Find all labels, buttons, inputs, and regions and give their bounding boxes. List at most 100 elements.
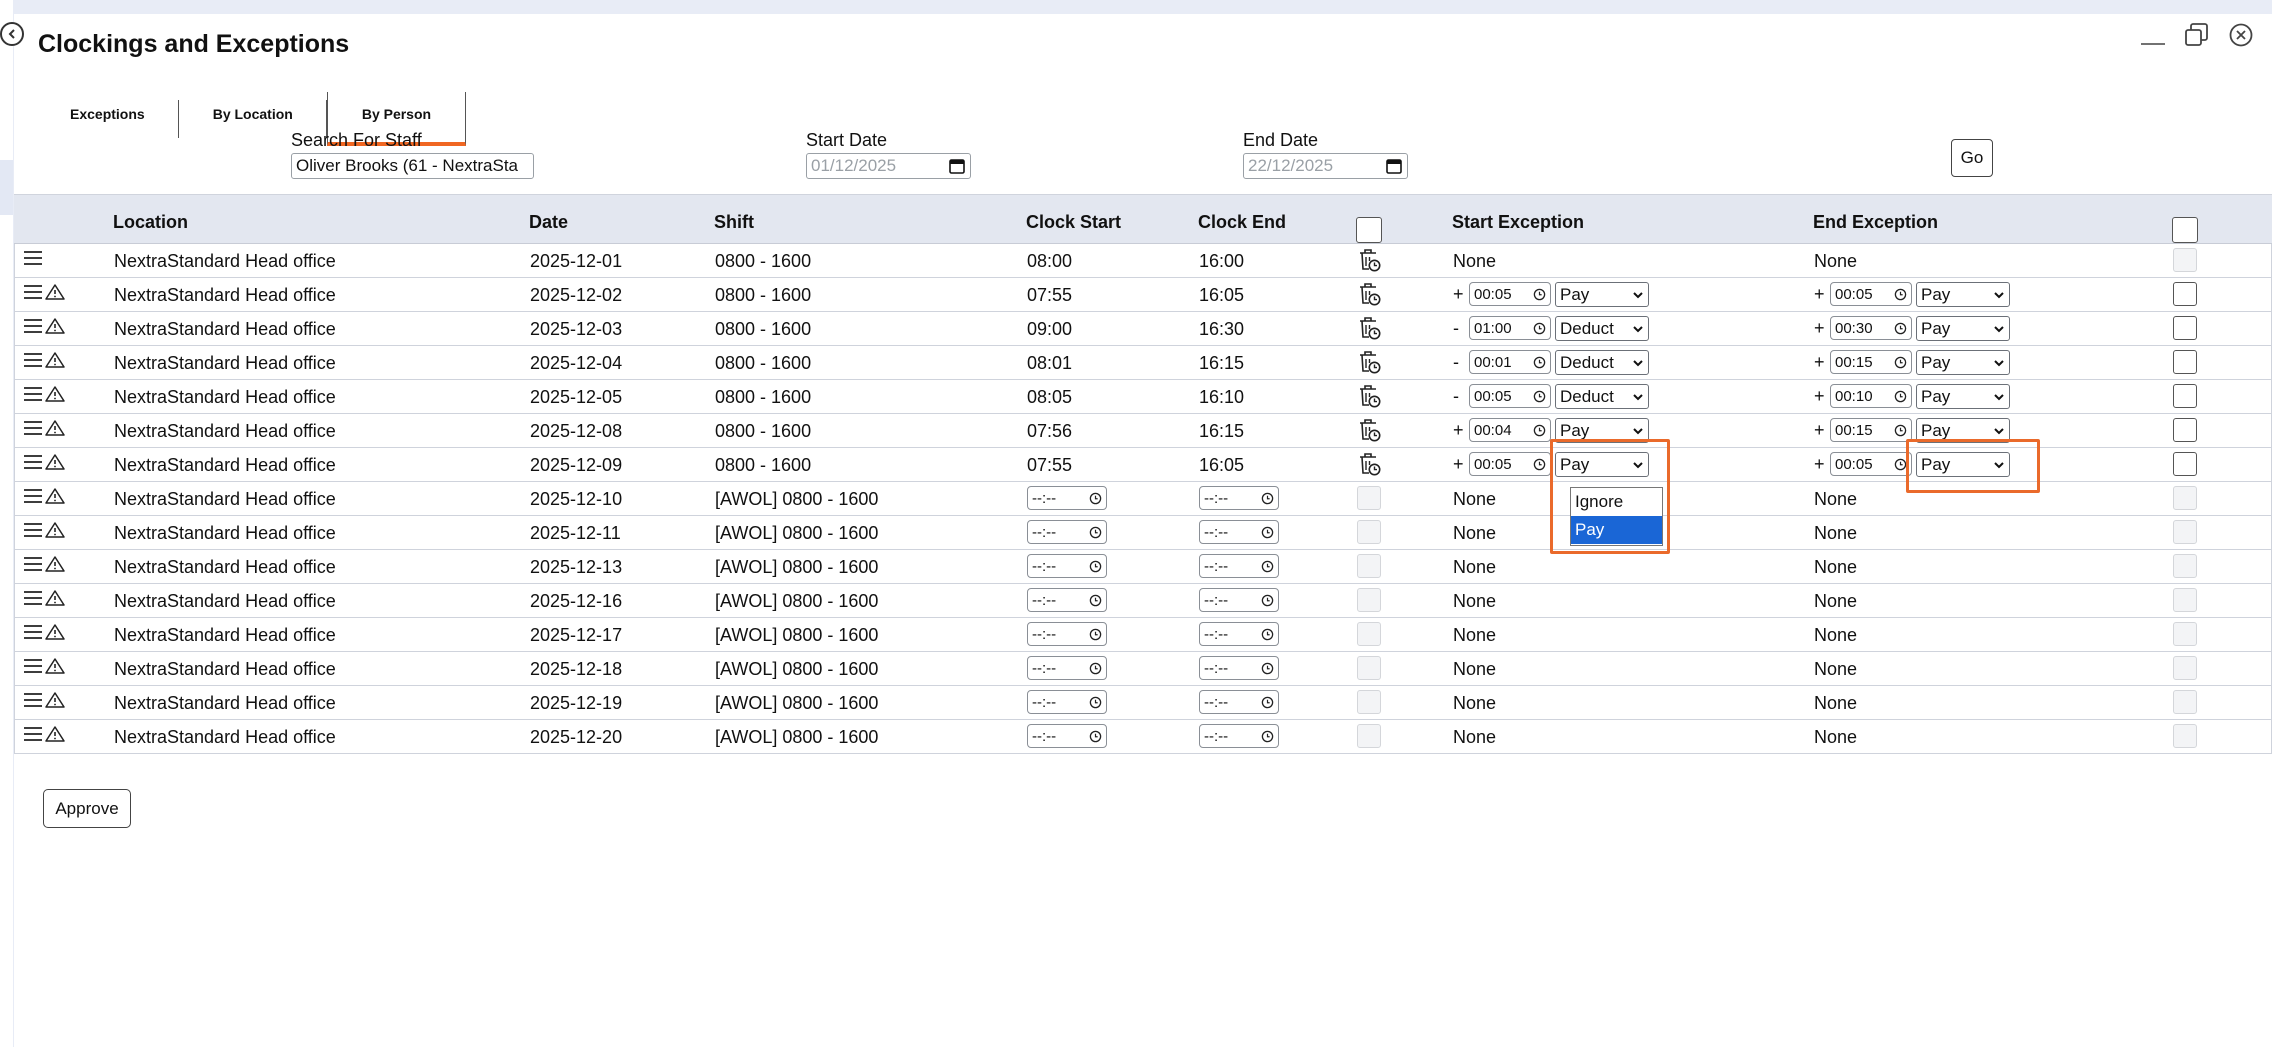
trash-clock-icon[interactable] — [1356, 417, 1382, 443]
close-button[interactable] — [2226, 20, 2256, 50]
row-approve-checkbox[interactable] — [2173, 350, 2197, 374]
row-approve-checkbox[interactable] — [2173, 316, 2197, 340]
hamburger-menu-icon[interactable] — [23, 283, 43, 301]
end-exception-action-select[interactable]: Pay — [1916, 350, 2010, 375]
clock-end-input[interactable]: --:-- — [1199, 588, 1279, 612]
trash-clock-icon[interactable] — [1356, 383, 1382, 409]
dropdown-option-pay[interactable]: Pay — [1571, 516, 1662, 544]
select-all-clock-checkbox[interactable] — [1356, 217, 1382, 243]
hamburger-menu-icon[interactable] — [23, 419, 43, 437]
end-exception-time[interactable]: 00:30 — [1830, 316, 1912, 340]
row-location: NextraStandard Head office — [114, 625, 336, 645]
row-approve-checkbox — [2173, 520, 2197, 544]
trash-clock-icon[interactable] — [1356, 349, 1382, 375]
hamburger-menu-icon[interactable] — [23, 589, 43, 607]
hamburger-menu-icon[interactable] — [23, 453, 43, 471]
hamburger-menu-icon[interactable] — [23, 623, 43, 641]
end-date-input[interactable]: 22/12/2025 — [1243, 153, 1408, 179]
start-exception-action-select[interactable]: Deduct — [1555, 316, 1649, 341]
restore-button[interactable] — [2182, 20, 2212, 50]
calendar-icon[interactable] — [948, 157, 966, 175]
start-exception-time[interactable]: 00:01 — [1469, 350, 1551, 374]
row-icons — [23, 317, 65, 335]
hamburger-menu-icon[interactable] — [23, 249, 43, 267]
row-approve-checkbox[interactable] — [2173, 384, 2197, 408]
trash-clock-icon[interactable] — [1356, 315, 1382, 341]
select-all-approve-checkbox[interactable] — [2172, 217, 2198, 243]
minimize-button[interactable] — [2138, 20, 2168, 50]
clock-start-input[interactable]: --:-- — [1027, 622, 1107, 646]
clock-end-input[interactable]: --:-- — [1199, 622, 1279, 646]
clock-start-input[interactable]: --:-- — [1027, 588, 1107, 612]
trash-clock-icon[interactable] — [1356, 247, 1382, 273]
hamburger-menu-icon[interactable] — [23, 487, 43, 505]
end-exception-action-select[interactable]: Pay — [1916, 316, 2010, 341]
row-approve-checkbox — [2173, 554, 2197, 578]
start-exception-time[interactable]: 00:04 — [1469, 418, 1551, 442]
end-exception-time[interactable]: 00:15 — [1830, 418, 1912, 442]
clock-end-input[interactable]: --:-- — [1199, 724, 1279, 748]
start-exception-action-select[interactable]: Pay — [1555, 418, 1649, 443]
dropdown-option-ignore[interactable]: Ignore — [1571, 488, 1662, 516]
clock-end-input[interactable]: --:-- — [1199, 690, 1279, 714]
hamburger-menu-icon[interactable] — [23, 385, 43, 403]
row-approve-checkbox[interactable] — [2173, 282, 2197, 306]
clock-start-input[interactable]: --:-- — [1027, 690, 1107, 714]
calendar-icon[interactable] — [1385, 157, 1403, 175]
clock-start-input[interactable]: --:-- — [1027, 724, 1107, 748]
hamburger-menu-icon[interactable] — [23, 691, 43, 709]
hamburger-menu-icon[interactable] — [23, 351, 43, 369]
clock-end-input[interactable]: --:-- — [1199, 656, 1279, 680]
start-exception-action-select[interactable]: Pay — [1555, 452, 1649, 477]
end-exception-time[interactable]: 00:05 — [1830, 452, 1912, 476]
start-exception-time[interactable]: 00:05 — [1469, 282, 1551, 306]
row-location: NextraStandard Head office — [114, 251, 336, 271]
end-exception-action-select[interactable]: Pay — [1916, 452, 2010, 477]
trash-clock-icon[interactable] — [1356, 451, 1382, 477]
back-button[interactable] — [0, 22, 24, 46]
table-row: NextraStandard Head office 2025-12-13 [AWO… — [14, 550, 2272, 584]
clock-end-input[interactable]: --:-- — [1199, 486, 1279, 510]
warning-triangle-icon — [45, 453, 65, 471]
start-exception-time[interactable]: 00:05 — [1469, 452, 1551, 476]
clock-start-input[interactable]: --:-- — [1027, 520, 1107, 544]
clock-start-input[interactable]: --:-- — [1027, 554, 1107, 578]
start-exception-action-select-value: Deduct — [1560, 318, 1614, 338]
row-approve-checkbox[interactable] — [2173, 418, 2197, 442]
hamburger-menu-icon[interactable] — [23, 521, 43, 539]
start-exception-time[interactable]: 01:00 — [1469, 316, 1551, 340]
start-exception-action-select[interactable]: Deduct — [1555, 384, 1649, 409]
start-exception-action-select-value: Deduct — [1560, 352, 1614, 372]
end-exception-time[interactable]: 00:10 — [1830, 384, 1912, 408]
start-date-input[interactable]: 01/12/2025 — [806, 153, 971, 179]
table-row: NextraStandard Head office 2025-12-03 0800… — [14, 312, 2272, 346]
hamburger-menu-icon[interactable] — [23, 657, 43, 675]
hamburger-menu-icon[interactable] — [23, 317, 43, 335]
start-exception-action-select-value: Pay — [1560, 420, 1590, 440]
approve-button[interactable]: Approve — [43, 789, 131, 828]
row-location: NextraStandard Head office — [114, 455, 336, 475]
tab-exceptions[interactable]: Exceptions — [36, 92, 179, 142]
row-approve-checkbox — [2173, 622, 2197, 646]
clock-start-input[interactable]: --:-- — [1027, 486, 1107, 510]
row-approve-checkbox[interactable] — [2173, 452, 2197, 476]
go-button[interactable]: Go — [1951, 139, 1993, 177]
end-exception-action-select[interactable]: Pay — [1916, 282, 2010, 307]
start-exception-time[interactable]: 00:05 — [1469, 384, 1551, 408]
hamburger-menu-icon[interactable] — [23, 725, 43, 743]
end-exception-action-select[interactable]: Pay — [1916, 384, 2010, 409]
clock-end-input[interactable]: --:-- — [1199, 554, 1279, 578]
clock-start-input[interactable]: --:-- — [1027, 656, 1107, 680]
end-exception-time[interactable]: 00:15 — [1830, 350, 1912, 374]
hamburger-menu-icon[interactable] — [23, 555, 43, 573]
start-exception-action-select[interactable]: Pay — [1555, 282, 1649, 307]
start-exception-action-select[interactable]: Deduct — [1555, 350, 1649, 375]
end-exception-action-select[interactable]: Pay — [1916, 418, 2010, 443]
trash-clock-icon[interactable] — [1356, 281, 1382, 307]
clock-start-input-value: --:-- — [1032, 659, 1057, 677]
row-icons — [23, 691, 65, 709]
end-exception-time[interactable]: 00:05 — [1830, 282, 1912, 306]
search-staff-input[interactable]: Oliver Brooks (61 - NextraSta — [291, 153, 534, 179]
row-location: NextraStandard Head office — [114, 523, 336, 543]
clock-end-input[interactable]: --:-- — [1199, 520, 1279, 544]
